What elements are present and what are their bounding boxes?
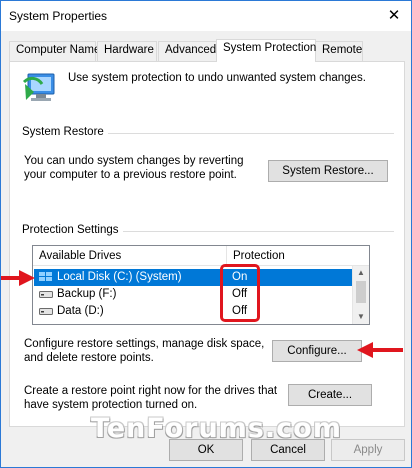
- drive-row-data-d[interactable]: Data (D:) Off: [34, 303, 352, 320]
- system-restore-group-label: System Restore: [22, 126, 108, 138]
- drive-icon: [39, 291, 53, 298]
- drive-row-local-disk-c[interactable]: Local Disk (C:) (System) On: [34, 269, 352, 286]
- tab-remote[interactable]: Remote: [315, 41, 363, 61]
- drive-name: Data (D:): [57, 305, 104, 317]
- system-restore-button[interactable]: System Restore...: [268, 160, 388, 182]
- create-button[interactable]: Create...: [288, 384, 372, 406]
- red-arrow-left-icon: [357, 342, 403, 358]
- close-icon[interactable]: ✕: [383, 5, 405, 27]
- tab-computer-name[interactable]: Computer Name: [9, 41, 100, 61]
- column-header-protection[interactable]: Protection: [233, 250, 285, 262]
- title-bar: System Properties ✕: [1, 1, 411, 31]
- cancel-button[interactable]: Cancel: [251, 439, 325, 461]
- system-protection-page: Use system protection to undo unwanted s…: [9, 61, 405, 427]
- scroll-up-icon[interactable]: ▲: [353, 266, 369, 280]
- system-restore-description-line2: your computer to a previous restore poin…: [24, 169, 237, 181]
- system-properties-window: System Properties ✕ Computer Name Hardwa…: [0, 0, 412, 468]
- drives-listview[interactable]: Available Drives Protection Local Disk (…: [32, 245, 370, 325]
- drive-row-backup-f[interactable]: Backup (F:) Off: [34, 286, 352, 303]
- drive-name: Backup (F:): [57, 288, 117, 300]
- column-header-available-drives[interactable]: Available Drives: [39, 250, 121, 262]
- intro-text: Use system protection to undo unwanted s…: [68, 72, 366, 84]
- column-separator: [226, 246, 227, 266]
- windows-drive-icon: [39, 272, 52, 281]
- configure-description-line2: and delete restore points.: [24, 352, 154, 364]
- window-title: System Properties: [9, 9, 108, 23]
- configure-description-line1: Configure restore settings, manage disk …: [24, 338, 265, 350]
- drive-name: Local Disk (C:) (System): [57, 271, 182, 283]
- ok-button[interactable]: OK: [169, 439, 243, 461]
- scroll-down-icon[interactable]: ▼: [353, 310, 369, 324]
- scrollbar-thumb[interactable]: [356, 281, 366, 303]
- tab-strip: Computer Name Hardware Advanced System P…: [9, 39, 405, 62]
- tab-system-protection[interactable]: System Protection: [216, 39, 316, 62]
- red-arrow-right-icon: [1, 270, 35, 286]
- system-restore-description-line1: You can undo system changes by reverting: [24, 155, 244, 167]
- protection-status-highlight: [220, 264, 260, 322]
- protection-settings-group-label: Protection Settings: [22, 224, 123, 236]
- create-description-line1: Create a restore point right now for the…: [24, 385, 278, 397]
- system-protection-computer-icon: [22, 73, 55, 101]
- listview-scrollbar[interactable]: ▲ ▼: [352, 266, 369, 324]
- apply-button[interactable]: Apply: [331, 439, 405, 461]
- tab-hardware[interactable]: Hardware: [97, 41, 157, 61]
- create-description-line2: have system protection turned on.: [24, 399, 198, 411]
- configure-button[interactable]: Configure...: [272, 340, 362, 362]
- tab-advanced[interactable]: Advanced: [158, 41, 217, 61]
- listview-header: Available Drives Protection: [33, 246, 369, 266]
- drive-icon: [39, 308, 53, 315]
